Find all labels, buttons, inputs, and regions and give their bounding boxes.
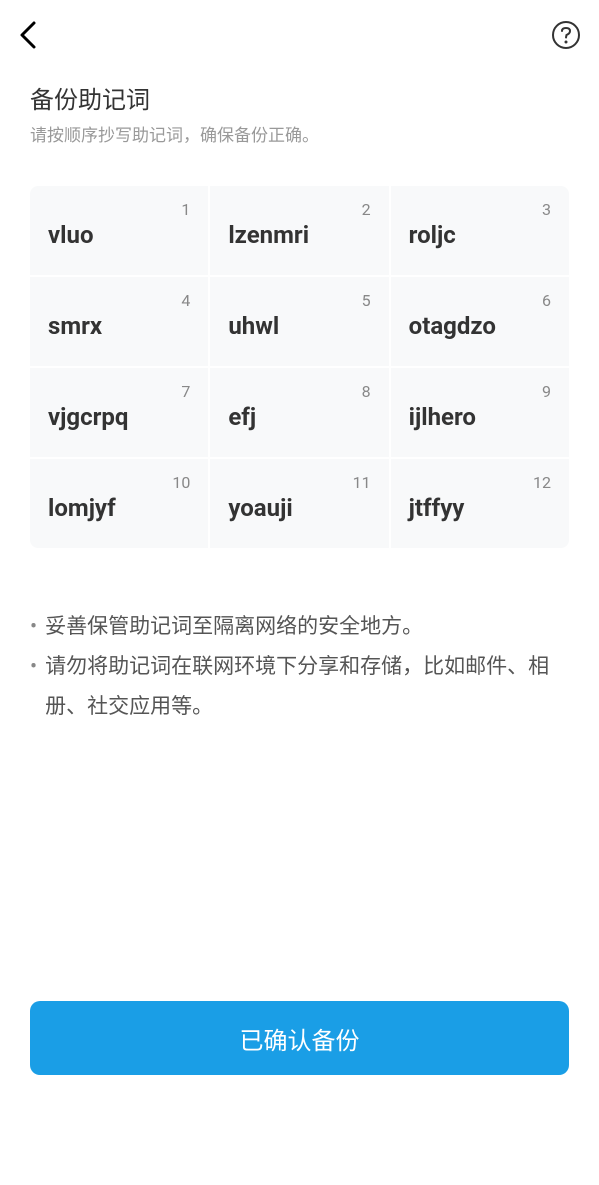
mnemonic-index: 12 bbox=[409, 473, 551, 492]
mnemonic-cell: 4 smrx bbox=[30, 277, 208, 366]
tips-section: • 妥善保管助记词至隔离网络的安全地方。 • 请勿将助记词在联网环境下分享和存储… bbox=[30, 608, 569, 728]
mnemonic-index: 10 bbox=[48, 473, 190, 492]
mnemonic-index: 11 bbox=[228, 473, 370, 492]
page-title: 备份助记词 bbox=[30, 80, 569, 115]
mnemonic-cell: 7 vjgcrpq bbox=[30, 368, 208, 457]
content: 备份助记词 请按顺序抄写助记词，确保备份正确。 1 vluo 2 lzenmri… bbox=[0, 70, 599, 728]
confirm-backup-button[interactable]: 已确认备份 bbox=[30, 1001, 569, 1075]
mnemonic-index: 1 bbox=[48, 200, 190, 219]
mnemonic-cell: 6 otagdzo bbox=[391, 277, 569, 366]
mnemonic-word: uhwl bbox=[228, 312, 370, 340]
mnemonic-word: efj bbox=[228, 403, 370, 431]
mnemonic-cell: 9 ijlhero bbox=[391, 368, 569, 457]
mnemonic-index: 9 bbox=[409, 382, 551, 401]
mnemonic-word: roljc bbox=[409, 221, 551, 249]
mnemonic-word: lzenmri bbox=[228, 221, 370, 249]
mnemonic-cell: 10 lomjyf bbox=[30, 459, 208, 548]
bullet-icon: • bbox=[30, 608, 37, 648]
mnemonic-cell: 2 lzenmri bbox=[210, 186, 388, 275]
page-subtitle: 请按顺序抄写助记词，确保备份正确。 bbox=[30, 121, 569, 146]
mnemonic-index: 5 bbox=[228, 291, 370, 310]
mnemonic-cell: 8 efj bbox=[210, 368, 388, 457]
mnemonic-cell: 5 uhwl bbox=[210, 277, 388, 366]
mnemonic-cell: 11 yoauji bbox=[210, 459, 388, 548]
mnemonic-index: 4 bbox=[48, 291, 190, 310]
mnemonic-index: 7 bbox=[48, 382, 190, 401]
mnemonic-word: vluo bbox=[48, 221, 190, 249]
header bbox=[0, 0, 599, 70]
help-icon bbox=[551, 20, 581, 50]
mnemonic-index: 8 bbox=[228, 382, 370, 401]
mnemonic-word: vjgcrpq bbox=[48, 403, 190, 431]
bullet-icon: • bbox=[30, 648, 37, 688]
mnemonic-index: 3 bbox=[409, 200, 551, 219]
mnemonic-index: 6 bbox=[409, 291, 551, 310]
chevron-left-icon bbox=[18, 19, 38, 51]
mnemonic-cell: 1 vluo bbox=[30, 186, 208, 275]
tip-text: 请勿将助记词在联网环境下分享和存储，比如邮件、相册、社交应用等。 bbox=[45, 648, 569, 728]
mnemonic-word: smrx bbox=[48, 312, 190, 340]
mnemonic-grid: 1 vluo 2 lzenmri 3 roljc 4 smrx 5 uhwl 6… bbox=[30, 186, 569, 548]
mnemonic-index: 2 bbox=[228, 200, 370, 219]
mnemonic-word: yoauji bbox=[228, 494, 370, 522]
tip-item: • 请勿将助记词在联网环境下分享和存储，比如邮件、相册、社交应用等。 bbox=[30, 648, 569, 728]
mnemonic-word: ijlhero bbox=[409, 403, 551, 431]
mnemonic-word: lomjyf bbox=[48, 494, 190, 522]
mnemonic-cell: 12 jtffyy bbox=[391, 459, 569, 548]
mnemonic-word: jtffyy bbox=[409, 494, 551, 522]
tip-text: 妥善保管助记词至隔离网络的安全地方。 bbox=[45, 608, 569, 648]
mnemonic-word: otagdzo bbox=[409, 312, 551, 340]
help-button[interactable] bbox=[551, 20, 581, 50]
back-button[interactable] bbox=[18, 19, 38, 51]
mnemonic-cell: 3 roljc bbox=[391, 186, 569, 275]
tip-item: • 妥善保管助记词至隔离网络的安全地方。 bbox=[30, 608, 569, 648]
